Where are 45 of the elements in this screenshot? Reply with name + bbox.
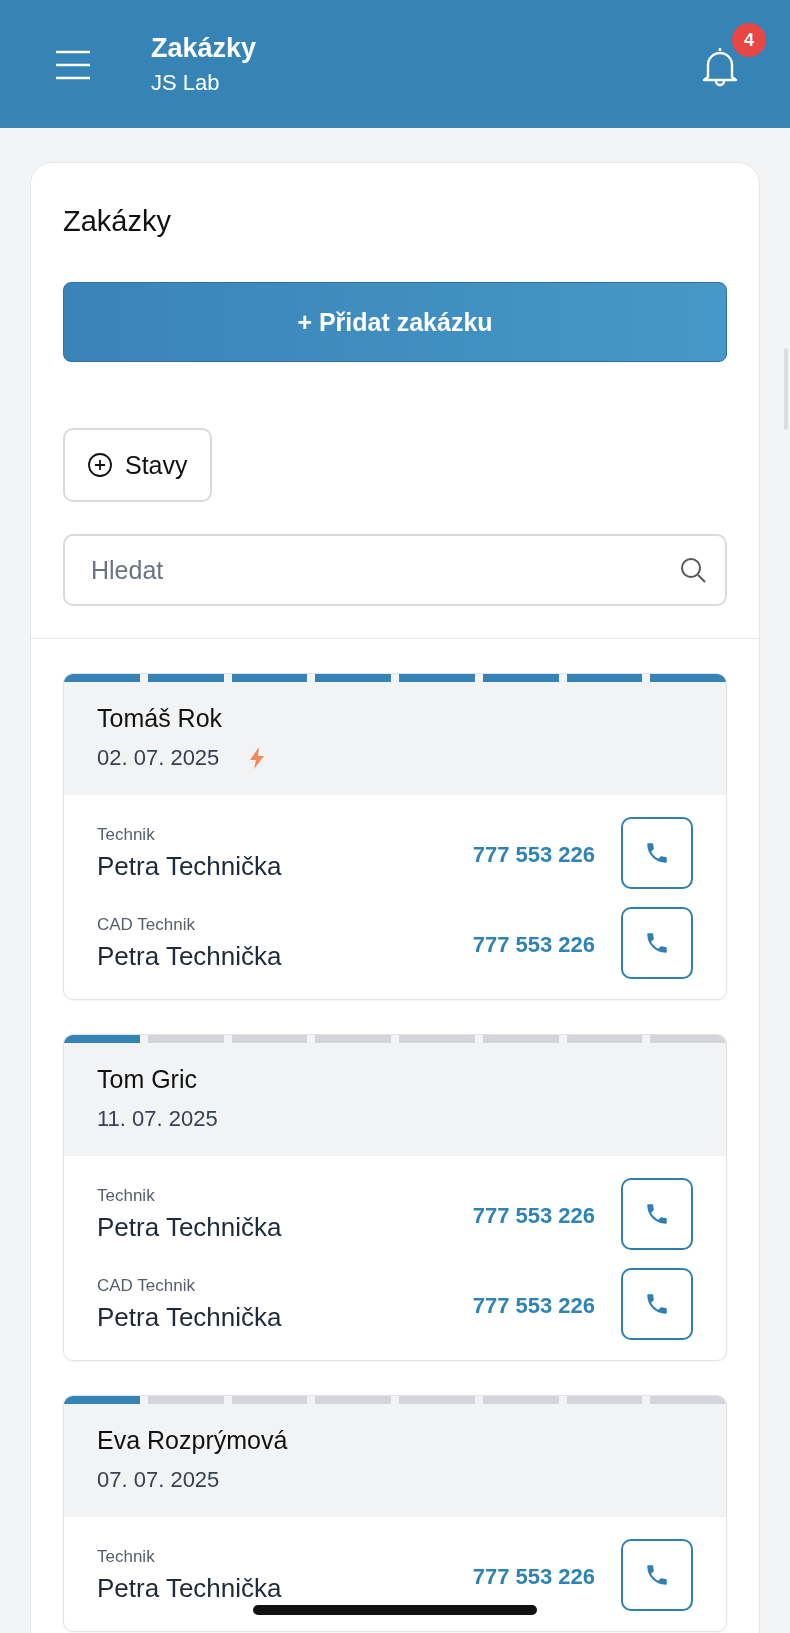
call-button[interactable] xyxy=(621,907,693,979)
phone-link[interactable]: 777 553 226 xyxy=(472,1564,595,1590)
add-order-button[interactable]: + Přidat zakázku xyxy=(63,282,727,362)
call-button[interactable] xyxy=(621,1268,693,1340)
contact-role: Technik xyxy=(97,1546,156,1567)
phone-icon xyxy=(644,1201,670,1227)
phone-link[interactable]: 777 553 226 xyxy=(472,1203,595,1229)
menu-icon[interactable] xyxy=(55,50,91,80)
phone-icon xyxy=(644,930,670,956)
search-icon xyxy=(679,556,707,584)
contact-name: Petra Technička xyxy=(97,850,283,882)
contact-name: Petra Technička xyxy=(97,1572,283,1604)
notification-badge: 4 xyxy=(732,23,766,57)
customer-name: Eva Rozprýmová xyxy=(97,1426,289,1455)
contact-role: Technik xyxy=(97,1185,156,1206)
order-card[interactable]: Tomáš Rok 02. 07. 2025 Technik Petra Technička 777 553 226 CAD Technik Petra Technička 777 553 226 xyxy=(63,673,727,1000)
header-title: Zakázky xyxy=(151,32,258,64)
phone-link[interactable]: 777 553 226 xyxy=(472,842,595,868)
phone-link[interactable]: 777 553 226 xyxy=(472,1293,595,1319)
phone-icon xyxy=(644,1562,670,1588)
order-date: 07. 07. 2025 xyxy=(97,1467,220,1493)
contact-role: Technik xyxy=(97,824,156,845)
phone-icon xyxy=(644,1291,670,1317)
contact-name: Petra Technička xyxy=(97,1211,283,1243)
header-subtitle: JS Lab xyxy=(151,69,221,96)
states-button[interactable]: Stavy xyxy=(63,428,212,502)
contact-name: Petra Technička xyxy=(97,940,283,972)
contact-name: Petra Technička xyxy=(97,1301,283,1333)
contact-role: CAD Technik xyxy=(97,1275,196,1296)
panel-title: Zakázky xyxy=(63,205,172,238)
call-button[interactable] xyxy=(621,817,693,889)
contact-role: CAD Technik xyxy=(97,914,196,935)
call-button[interactable] xyxy=(621,1178,693,1250)
plus-circle-icon xyxy=(87,452,113,478)
customer-name: Tomáš Rok xyxy=(97,704,224,733)
order-date: 02. 07. 2025 xyxy=(97,745,220,771)
phone-link[interactable]: 777 553 226 xyxy=(472,932,595,958)
bell-icon[interactable] xyxy=(700,45,740,87)
order-date: 11. 07. 2025 xyxy=(97,1106,218,1132)
search-field[interactable]: Hledat xyxy=(63,534,727,606)
customer-name: Tom Gric xyxy=(97,1065,198,1094)
order-card[interactable]: Tom Gric 11. 07. 2025 Technik Petra Technička 777 553 226 CAD Technik Petra Technička 777 553 226 xyxy=(63,1034,727,1361)
phone-icon xyxy=(644,840,670,866)
call-button[interactable] xyxy=(621,1539,693,1611)
order-card[interactable]: Eva Rozprýmová 07. 07. 2025 Technik Petra Technička 777 553 226 xyxy=(63,1395,727,1632)
